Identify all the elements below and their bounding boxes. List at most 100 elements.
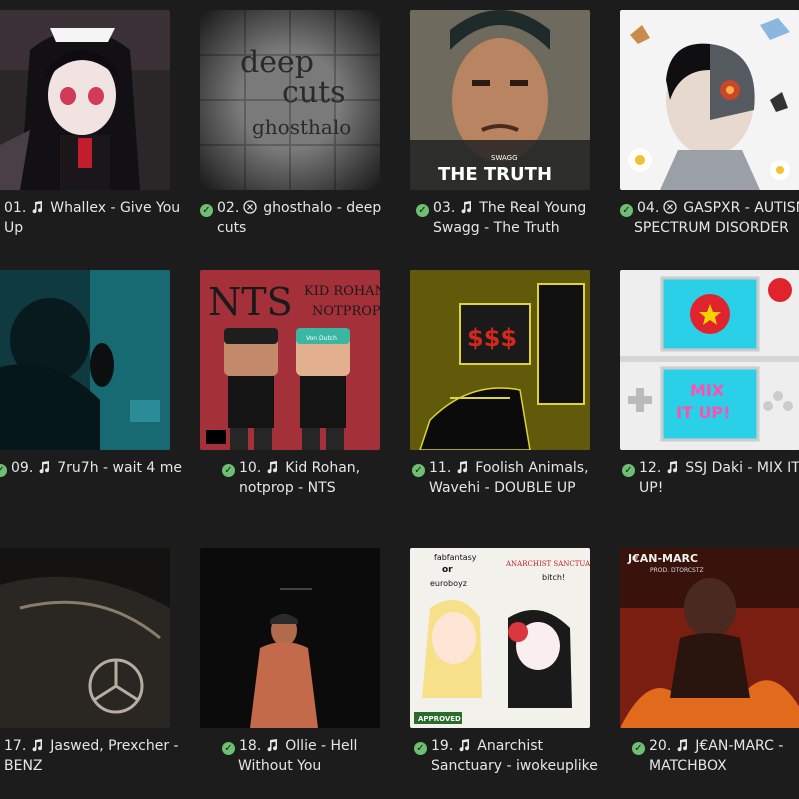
art-text: IT UP! xyxy=(676,403,730,422)
check-circle-icon: ✓ xyxy=(620,204,633,217)
track-number: 01. xyxy=(4,200,27,216)
check-circle-icon: ✓ xyxy=(222,742,235,755)
track-caption: ✓ 10. Kid Rohan, notprop - NTS xyxy=(222,458,360,498)
music-note-icon xyxy=(30,738,44,752)
track-caption: ✓ 18. Ollie - Hell Without You xyxy=(222,736,357,776)
track-number: 10. xyxy=(239,460,262,476)
track-title-cont: Without You xyxy=(238,758,322,774)
cover-art[interactable]: MIX IT UP! xyxy=(620,270,799,450)
track-title-cont: Swagg - The Truth xyxy=(433,220,560,236)
track-caption: ✓ 03. The Real Young Swagg - The Truth xyxy=(416,198,586,238)
track-caption: 01. Whallex - Give You Up xyxy=(4,198,180,238)
track-number: 11. xyxy=(429,460,452,476)
track-title: Kid Rohan, xyxy=(285,460,361,476)
track-caption: 17. Jaswed, Prexcher - BENZ xyxy=(4,736,179,776)
track-title: ghosthalo - deep xyxy=(263,200,382,216)
art-text: SWAGG xyxy=(491,154,518,162)
art-text: ghosthalo xyxy=(252,115,351,139)
track-title-cont: MATCHBOX xyxy=(649,758,727,774)
track-title: Whallex - Give You xyxy=(50,200,181,216)
cover-art[interactable]: deep cuts ghosthalo xyxy=(200,10,380,190)
track-title-cont: Sanctuary - iwokeuplike xyxy=(431,758,598,774)
track-caption: ✓ 19. Anarchist Sanctuary - iwokeuplike xyxy=(414,736,598,776)
check-circle-icon: ✓ xyxy=(412,464,425,477)
track-title: SSJ Daki - MIX IT xyxy=(685,460,799,476)
cover-art[interactable] xyxy=(620,10,799,190)
track-title: Foolish Animals, xyxy=(475,460,589,476)
cover-art[interactable] xyxy=(0,270,170,450)
track-number: 20. xyxy=(649,738,672,754)
check-circle-icon: ✓ xyxy=(416,204,429,217)
music-note-icon xyxy=(37,460,51,474)
check-circle-icon: ✓ xyxy=(200,204,213,217)
check-circle-icon: ✓ xyxy=(622,464,635,477)
music-note-icon xyxy=(665,460,679,474)
art-text: APPROVED xyxy=(418,715,461,723)
cover-art[interactable] xyxy=(0,548,170,728)
track-number: 19. xyxy=(431,738,454,754)
track-title-cont: Wavehi - DOUBLE UP xyxy=(429,480,576,496)
check-circle-icon: ✓ xyxy=(632,742,645,755)
music-note-icon xyxy=(459,200,473,214)
track-title-cont: cuts xyxy=(217,220,247,236)
track-title: The Real Young xyxy=(479,200,587,216)
cover-art[interactable] xyxy=(0,10,170,190)
art-text: KID ROHAN xyxy=(304,284,380,299)
track-title-cont: SPECTRUM DISORDER xyxy=(634,220,789,236)
check-circle-icon: ✓ xyxy=(414,742,427,755)
art-text: NTS xyxy=(208,280,293,324)
music-note-icon xyxy=(265,738,279,752)
art-text: bitch! xyxy=(542,573,565,582)
music-note-icon xyxy=(455,460,469,474)
track-number: 17. xyxy=(4,738,27,754)
track-title: Ollie - Hell xyxy=(285,738,358,754)
cover-art[interactable] xyxy=(200,548,380,728)
cover-art[interactable]: J€AN-MARC PROD. DTORCSTZ xyxy=(620,548,799,728)
track-title-cont: UP! xyxy=(639,480,664,496)
track-caption: ✓ 20. J€AN-MARC - MATCHBOX xyxy=(632,736,783,776)
cover-art[interactable]: $$$ xyxy=(410,270,590,450)
album-grid: 01. Whallex - Give You Up deep cuts ghost… xyxy=(0,0,799,799)
art-text: Von Dutch xyxy=(306,335,337,342)
art-text: euroboyz xyxy=(430,579,467,588)
track-title-cont: Up xyxy=(4,220,24,236)
track-caption: ✓ 02. ghosthalo - deep cuts xyxy=(200,198,381,238)
cover-art[interactable]: SWAGG THE TRUTH xyxy=(410,10,590,190)
art-text: fabfantasy xyxy=(434,553,477,562)
cover-art[interactable]: NTS KID ROHAN NOTPROP Von Dutch xyxy=(200,270,380,450)
art-text: MIX xyxy=(690,381,725,400)
track-title-cont: BENZ xyxy=(4,758,43,774)
art-text: THE TRUTH xyxy=(438,164,552,185)
music-note-icon xyxy=(675,738,689,752)
art-text: J€AN-MARC xyxy=(627,552,698,565)
music-note-icon xyxy=(457,738,471,752)
track-title: Anarchist xyxy=(477,738,543,754)
music-note-icon xyxy=(30,200,44,214)
track-caption: ✓ 09. 7ru7h - wait 4 me xyxy=(0,458,182,478)
check-circle-icon: ✓ xyxy=(222,464,235,477)
track-title: GASPXR - AUTISM xyxy=(683,200,799,216)
check-circle-icon: ✓ xyxy=(0,464,7,477)
art-text: PROD. DTORCSTZ xyxy=(650,567,704,574)
track-number: 04. xyxy=(637,200,660,216)
track-title: Jaswed, Prexcher - xyxy=(50,738,179,754)
track-number: 18. xyxy=(239,738,262,754)
track-caption: ✓ 04. GASPXR - AUTISM SPECTRUM DISORDER xyxy=(620,198,799,238)
art-text: cuts xyxy=(282,75,346,110)
track-title-cont: notprop - NTS xyxy=(239,480,336,496)
track-number: 02. xyxy=(217,200,240,216)
album-disc-icon xyxy=(663,200,677,214)
art-text: or xyxy=(442,565,453,575)
track-caption: ✓ 11. Foolish Animals, Wavehi - DOUBLE UP xyxy=(412,458,589,498)
track-number: 12. xyxy=(639,460,662,476)
art-text: $$$ xyxy=(467,324,517,352)
music-note-icon xyxy=(265,460,279,474)
art-text: NOTPROP xyxy=(312,304,380,319)
cover-art[interactable]: fabfantasy or euroboyz ANARCHIST SANCTUA… xyxy=(410,548,590,728)
album-disc-icon xyxy=(243,200,257,214)
track-title: J€AN-MARC - xyxy=(695,738,784,754)
art-text: ANARCHIST SANCTUARY xyxy=(505,560,590,568)
track-caption: ✓ 12. SSJ Daki - MIX IT UP! xyxy=(622,458,799,498)
track-number: 03. xyxy=(433,200,456,216)
track-title: 7ru7h - wait 4 me xyxy=(57,460,183,476)
